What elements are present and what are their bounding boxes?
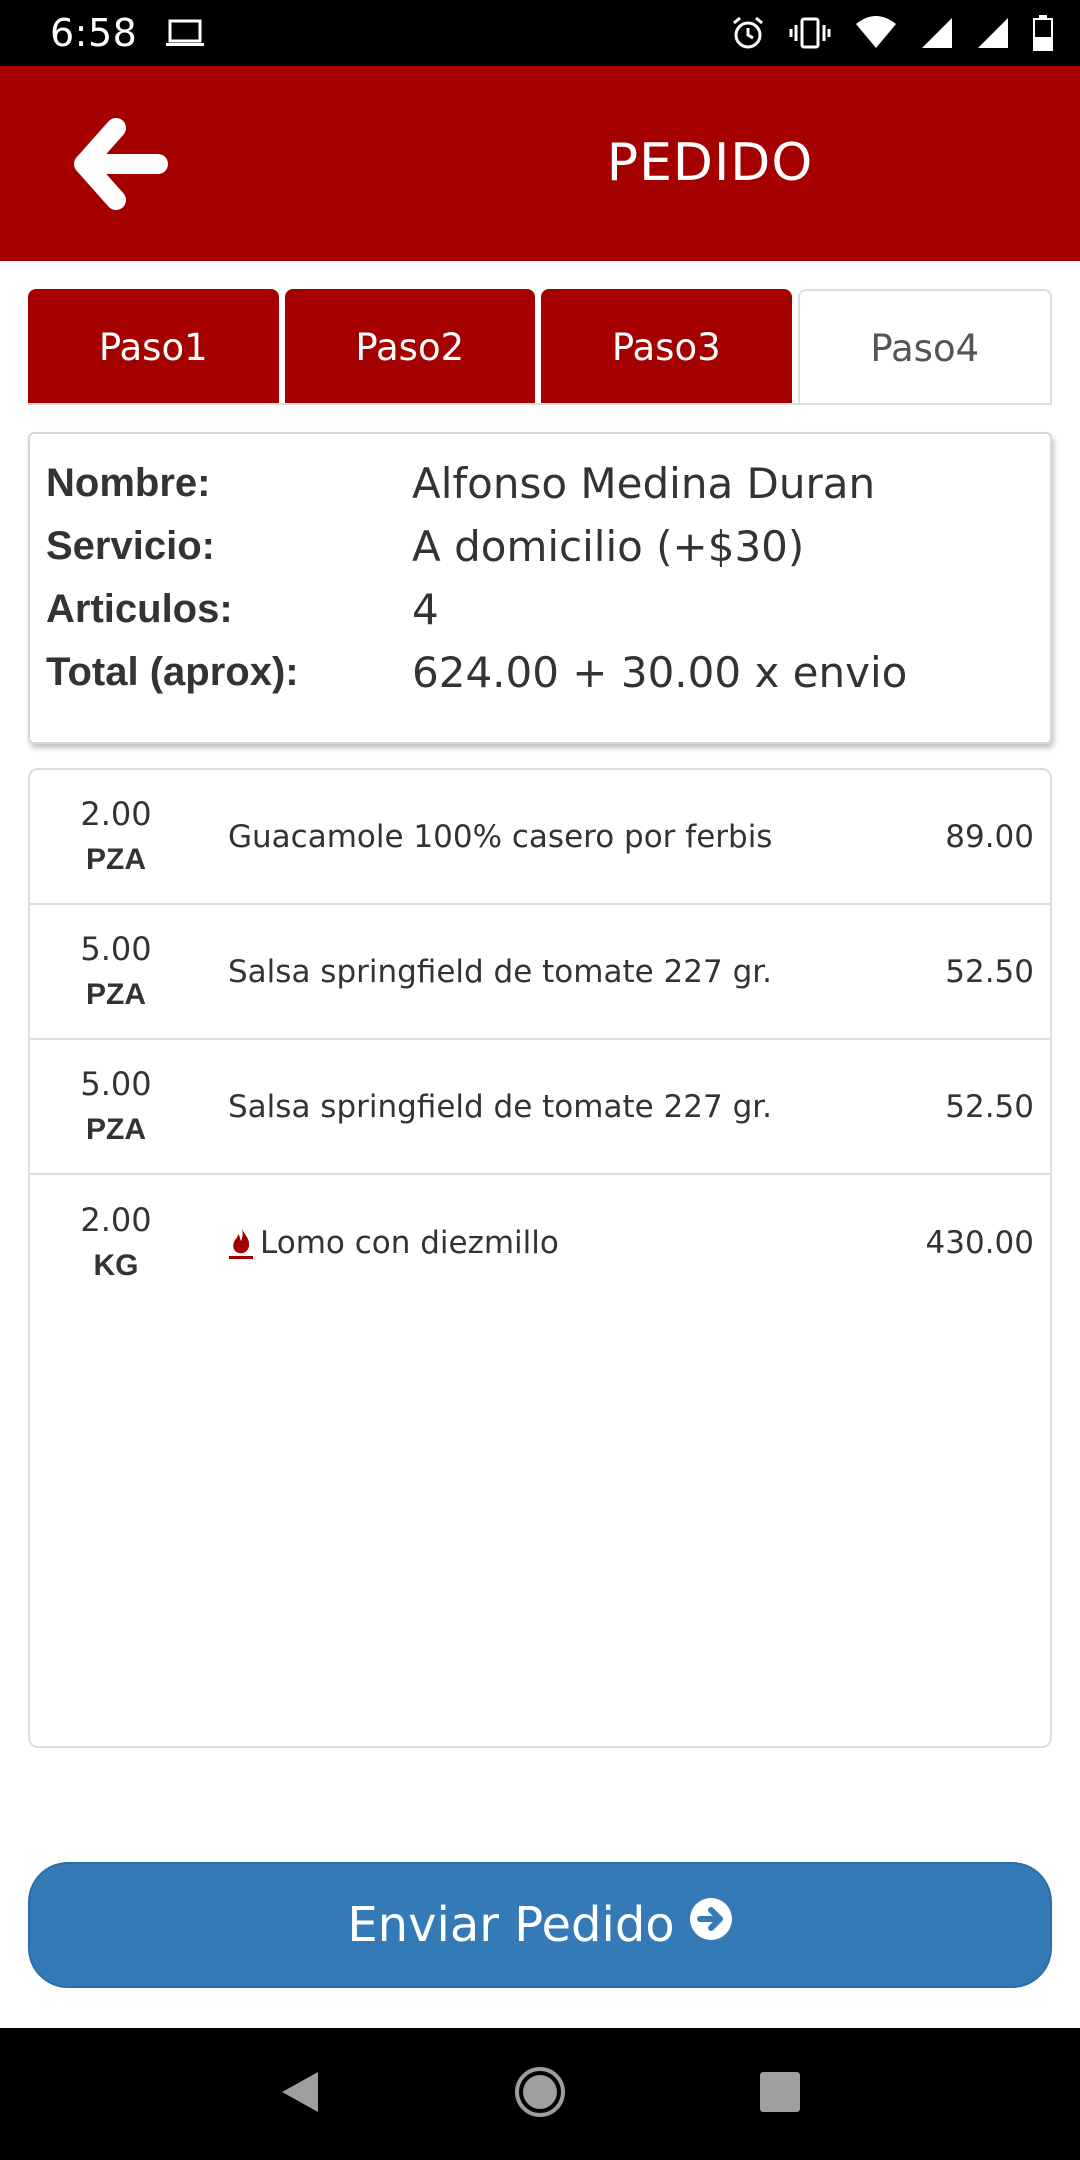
- item-unit: KG: [93, 1248, 139, 1282]
- summary-label: Nombre:: [46, 461, 211, 505]
- summary-value: 624.00 + 30.00 x envio: [412, 648, 908, 697]
- item-description-text: Salsa springfield de tomate 227 gr.: [228, 1088, 772, 1125]
- arrow-circle-right-icon: [689, 1897, 733, 1953]
- item-unit: PZA: [86, 1112, 146, 1146]
- send-order-button[interactable]: Enviar Pedido: [28, 1862, 1052, 1988]
- signal-icon: [920, 16, 954, 50]
- summary-row-total: Total (aprox): 624.00 + 30.00 x envio: [46, 641, 1034, 704]
- summary-row-servicio: Servicio: A domicilio (+$30): [46, 515, 1034, 578]
- back-button[interactable]: [60, 111, 180, 221]
- send-order-label: Enviar Pedido: [347, 1897, 675, 1953]
- list-item[interactable]: 2.00 KG Lomo con diezmillo 430.00: [30, 1175, 1050, 1310]
- item-qty-value: 5.00: [80, 1064, 152, 1103]
- summary-value: Alfonso Medina Duran: [412, 459, 876, 508]
- item-price: 430.00: [925, 1224, 1034, 1261]
- item-description-text: Lomo con diezmillo: [260, 1224, 559, 1261]
- nav-recents-button[interactable]: [740, 2054, 820, 2134]
- vibrate-icon: [788, 15, 832, 51]
- item-qty-value: 2.00: [80, 1200, 152, 1239]
- item-description: Salsa springfield de tomate 227 gr.: [202, 1089, 850, 1125]
- system-nav-bar: [0, 2028, 1080, 2160]
- order-items-list: 2.00 PZA Guacamole 100% casero por ferbi…: [28, 768, 1052, 1748]
- back-triangle-icon: [278, 2068, 322, 2121]
- item-description-text: Salsa springfield de tomate 227 gr.: [228, 953, 772, 990]
- tab-divider: [28, 403, 1052, 405]
- item-quantity: 5.00 PZA: [30, 1061, 202, 1153]
- battery-icon: [1032, 15, 1054, 51]
- summary-row-nombre: Nombre: Alfonso Medina Duran: [46, 452, 1034, 515]
- fire-icon: [228, 1226, 254, 1260]
- tab-paso2[interactable]: Paso2: [284, 289, 535, 405]
- summary-label: Servicio:: [46, 524, 215, 568]
- item-price: 52.50: [945, 1088, 1034, 1125]
- item-unit: PZA: [86, 977, 146, 1011]
- item-description: Guacamole 100% casero por ferbis: [202, 819, 850, 855]
- list-item[interactable]: 5.00 PZA Salsa springfield de tomate 227…: [30, 1040, 1050, 1175]
- status-time: 6:58: [50, 11, 138, 55]
- arrow-left-icon: [70, 114, 170, 219]
- summary-label: Articulos:: [46, 587, 233, 631]
- summary-label: Total (aprox):: [46, 650, 299, 694]
- summary-row-articulos: Articulos: 4: [46, 578, 1034, 641]
- summary-value: 4: [412, 585, 439, 634]
- signal-icon: [976, 16, 1010, 50]
- tab-paso1[interactable]: Paso1: [28, 289, 279, 405]
- item-quantity: 5.00 PZA: [30, 926, 202, 1018]
- item-qty-value: 5.00: [80, 929, 152, 968]
- item-unit: PZA: [86, 842, 146, 876]
- list-item[interactable]: 5.00 PZA Salsa springfield de tomate 227…: [30, 905, 1050, 1040]
- summary-value: A domicilio (+$30): [412, 522, 805, 571]
- item-description: Salsa springfield de tomate 227 gr.: [202, 954, 850, 990]
- app-bar: PEDIDO: [0, 66, 1080, 261]
- item-quantity: 2.00 PZA: [30, 791, 202, 883]
- list-item[interactable]: 2.00 PZA Guacamole 100% casero por ferbi…: [30, 770, 1050, 905]
- order-summary-card: Nombre: Alfonso Medina Duran Servicio: A…: [28, 432, 1052, 744]
- tab-paso4[interactable]: Paso4: [797, 289, 1052, 405]
- item-price: 52.50: [945, 953, 1034, 990]
- home-circle-icon: [513, 2065, 567, 2124]
- wifi-icon: [854, 16, 898, 50]
- status-bar: 6:58: [0, 0, 1080, 66]
- step-tabs: Paso1 Paso2 Paso3 Paso4: [28, 289, 1052, 405]
- laptop-icon: [165, 18, 205, 48]
- item-description-text: Guacamole 100% casero por ferbis: [228, 818, 773, 855]
- page-title: PEDIDO: [606, 133, 814, 193]
- alarm-icon: [730, 15, 766, 51]
- item-price: 89.00: [945, 818, 1034, 855]
- recents-square-icon: [758, 2070, 802, 2119]
- nav-home-button[interactable]: [500, 2054, 580, 2134]
- item-quantity: 2.00 KG: [30, 1197, 202, 1289]
- item-qty-value: 2.00: [80, 794, 152, 833]
- tab-paso3[interactable]: Paso3: [541, 289, 792, 405]
- item-description: Lomo con diezmillo: [202, 1225, 850, 1261]
- nav-back-button[interactable]: [260, 2054, 340, 2134]
